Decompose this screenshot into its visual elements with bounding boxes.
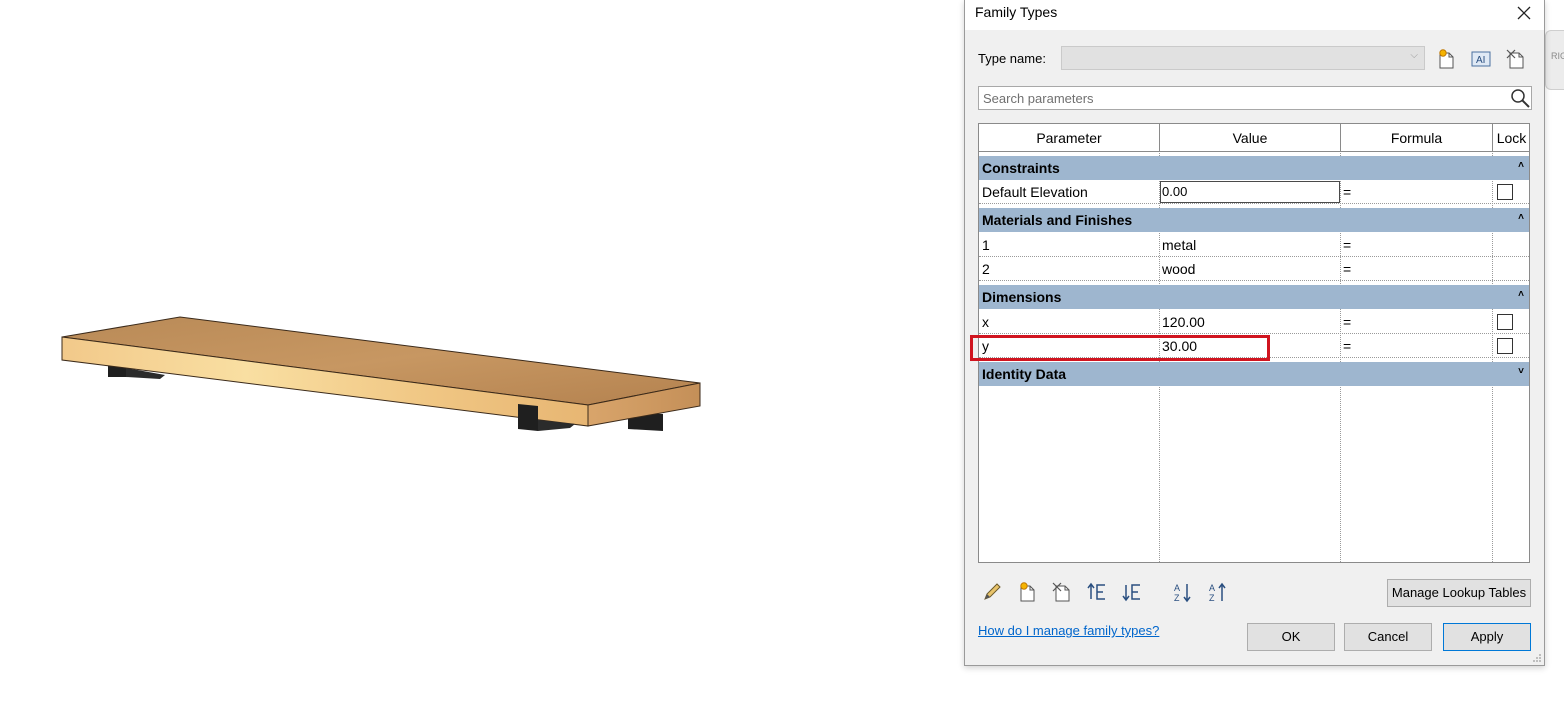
new-type-button[interactable] [1435,48,1457,70]
column-header-value[interactable]: Value [1160,124,1340,152]
column-header-lock[interactable]: Lock [1493,124,1529,152]
value-cell[interactable]: 120.00 [1162,310,1205,334]
collapse-icon[interactable]: ˄ [1518,156,1524,176]
svg-text:AI: AI [1476,55,1485,66]
viewcube[interactable]: RIG [1545,30,1564,90]
param-name: x [982,314,989,330]
move-up-button[interactable] [1086,581,1108,603]
edit-parameter-button[interactable] [981,581,1003,603]
search-parameters-input[interactable] [978,86,1532,110]
value-cell[interactable]: metal [1162,233,1196,257]
ok-button[interactable]: OK [1247,623,1335,651]
lock-checkbox[interactable] [1497,314,1513,330]
resize-grip-icon[interactable] [1532,653,1542,663]
table-row[interactable]: Default Elevation 0.00 = [979,180,1529,204]
sort-ascending-button[interactable]: A Z [1172,581,1194,603]
close-button[interactable] [1512,2,1536,24]
table-row[interactable]: 1 metal = [979,233,1529,257]
group-label: Dimensions [982,289,1062,305]
formula-cell[interactable]: = [1343,334,1351,358]
formula-cell[interactable]: = [1343,257,1351,281]
column-header-parameter[interactable]: Parameter [979,124,1159,152]
value-cell[interactable]: wood [1162,257,1195,281]
group-label: Constraints [982,160,1060,176]
dialog-titlebar[interactable]: Family Types [965,0,1544,30]
model-viewport[interactable] [0,0,960,703]
svg-text:A: A [1209,583,1215,593]
sort-descending-icon: A Z [1209,582,1226,603]
delete-type-icon [1506,49,1524,69]
rename-type-button[interactable]: AI [1470,48,1492,70]
delete-parameter-button[interactable] [1051,581,1073,603]
svg-text:Z: Z [1174,593,1180,603]
param-name: Default Elevation [982,184,1088,200]
group-materials[interactable]: Materials and Finishes ˄ [979,208,1529,232]
value-input[interactable]: 0.00 [1160,181,1340,203]
svg-text:A: A [1174,583,1180,593]
apply-button[interactable]: Apply [1443,623,1531,651]
group-dimensions[interactable]: Dimensions ˄ [979,285,1529,309]
move-up-icon [1087,582,1105,600]
type-name-label: Type name: [978,51,1046,66]
new-parameter-button[interactable] [1016,581,1038,603]
search-icon [1511,89,1530,108]
move-down-button[interactable] [1121,581,1143,603]
type-name-dropdown[interactable]: ⌵ [1061,46,1425,70]
param-name: 1 [982,237,990,253]
family-types-dialog: Family Types Type name: ⌵ AI Search para… [964,0,1545,666]
shelf-model [61,316,701,431]
rename-type-icon: AI [1471,51,1491,67]
cancel-button[interactable]: Cancel [1344,623,1432,651]
collapse-icon[interactable]: ˄ [1518,208,1524,228]
dialog-title: Family Types [975,4,1058,20]
delete-parameter-icon [1052,582,1070,602]
expand-icon[interactable]: ˅ [1518,362,1524,382]
group-identity-data[interactable]: Identity Data ˅ [979,362,1529,386]
svg-text:Z: Z [1209,593,1215,603]
new-type-icon [1439,49,1454,69]
close-icon [1517,6,1531,20]
sort-descending-button[interactable]: A Z [1207,581,1229,603]
table-row[interactable]: x 120.00 = [979,310,1529,334]
delete-type-button[interactable] [1505,48,1527,70]
collapse-icon[interactable]: ˄ [1518,285,1524,305]
lock-checkbox[interactable] [1497,184,1513,200]
help-link[interactable]: How do I manage family types? [978,623,1159,638]
table-row[interactable]: 2 wood = [979,257,1529,281]
new-parameter-icon [1020,582,1035,602]
annotation-highlight-box [970,335,1270,361]
search-button[interactable] [1509,87,1531,109]
chevron-down-icon: ⌵ [1410,50,1418,61]
sort-ascending-icon: A Z [1174,583,1191,603]
viewcube-label: RIG [1551,51,1564,61]
pencil-icon [984,583,1001,600]
group-label: Materials and Finishes [982,212,1133,228]
lock-checkbox[interactable] [1497,338,1513,354]
group-constraints[interactable]: Constraints ˄ [979,156,1529,180]
formula-cell[interactable]: = [1343,310,1351,334]
move-down-icon [1122,584,1140,602]
formula-cell[interactable]: = [1343,180,1351,204]
param-name: 2 [982,261,990,277]
manage-lookup-tables-button[interactable]: Manage Lookup Tables [1387,579,1531,607]
group-label: Identity Data [982,366,1067,382]
formula-cell[interactable]: = [1343,233,1351,257]
column-header-formula[interactable]: Formula [1341,124,1492,152]
